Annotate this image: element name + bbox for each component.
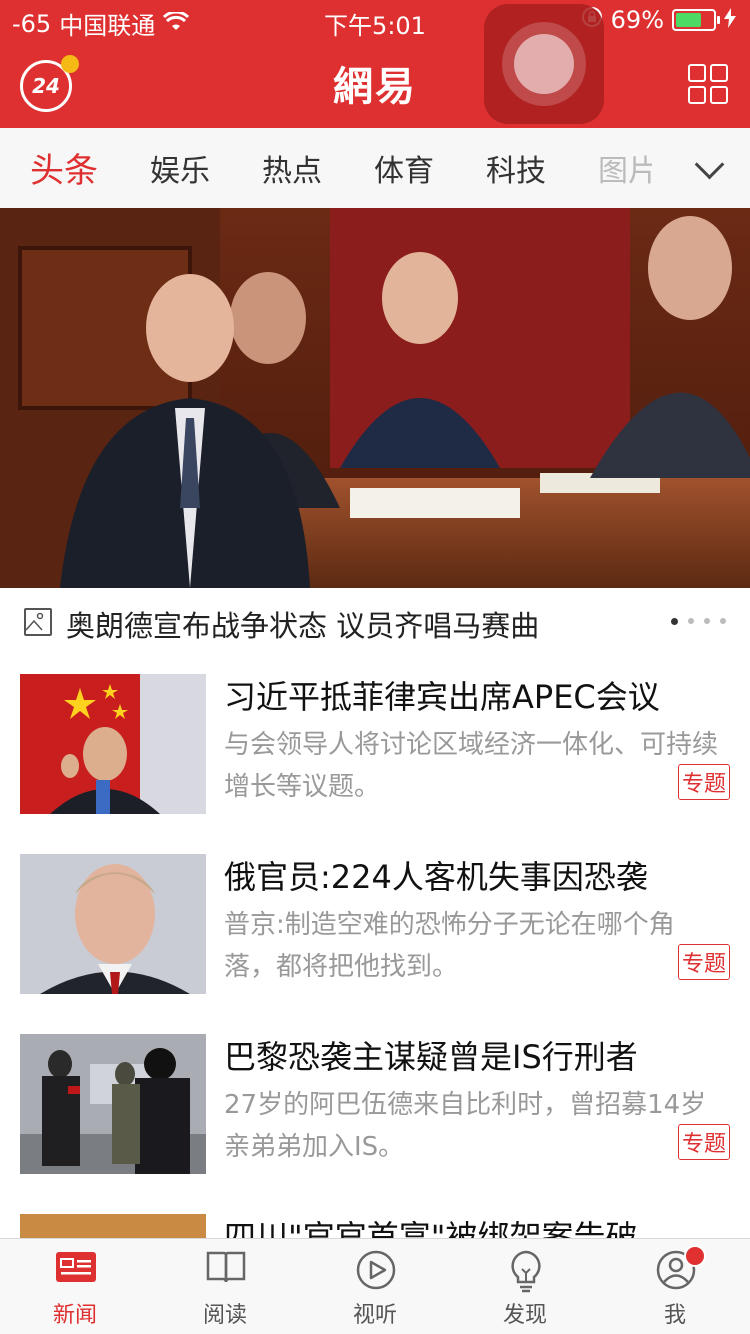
app-logo: 網易: [333, 63, 417, 110]
hero-caption: 奥朗德宣布战争状态 议员齐唱马赛曲: [66, 609, 540, 643]
news-summary: 普京:制造空难的恐怖分子无论在哪个角落，都将把他找到。: [224, 910, 675, 982]
topic-tag: 专题: [677, 764, 730, 800]
status-bar: -65 中国联通 下午5:01 69%: [0, 0, 750, 40]
carousel-dot: [688, 618, 694, 624]
news-title: 俄官员:224人客机失事因恐袭: [224, 858, 648, 896]
battery-icon: [672, 9, 720, 31]
bottom-tab-label: 发现: [502, 1303, 547, 1328]
news-item[interactable]: 俄官员:224人客机失事因恐袭 普京:制造空难的恐怖分子无论在哪个角落，都将把他…: [0, 834, 750, 1015]
tab-headlines[interactable]: 头条: [30, 143, 98, 192]
news-thumbnail: [20, 674, 206, 814]
news-summary: 与会领导人将讨论区域经济一体化、可持续增长等议题。: [224, 730, 719, 802]
bottom-tab-discover[interactable]: 发现: [450, 1239, 600, 1334]
news-item[interactable]: 巴黎恐袭主谋疑曾是IS行刑者 27岁的阿巴伍德来自比利时，曾招募14岁亲弟弟加入…: [0, 1014, 750, 1195]
notification-badge: [684, 1245, 706, 1267]
newspaper-icon: [56, 1252, 96, 1282]
hero-photo[interactable]: [0, 208, 750, 588]
bottom-tab-label: 我: [663, 1303, 686, 1328]
book-icon: [206, 1251, 246, 1283]
news-thumbnail: [20, 854, 206, 994]
carousel-indicator: [671, 618, 726, 625]
bottom-tab-label: 阅读: [202, 1303, 247, 1328]
bottom-tab-label: 新闻: [52, 1303, 97, 1328]
news-summary: 27岁的阿巴伍德来自比利时，曾招募14岁亲弟弟加入IS。: [224, 1090, 707, 1162]
carousel-dot: [720, 618, 726, 624]
bottom-tab-reading[interactable]: 阅读: [150, 1239, 300, 1334]
tab-tech[interactable]: 科技: [486, 146, 546, 190]
carousel-dot: [704, 618, 710, 624]
topic-tag: 专题: [677, 1124, 730, 1160]
grid-menu-icon[interactable]: [688, 64, 728, 104]
bottom-tab-video[interactable]: 视听: [300, 1239, 450, 1334]
news-thumbnail: [20, 1034, 206, 1174]
topic-tag: 专题: [677, 944, 730, 980]
channel-tabs: 头条 娱乐 热点 体育 科技 图片: [0, 128, 750, 209]
play-icon: [356, 1250, 396, 1290]
bottom-tab-me[interactable]: 我: [600, 1239, 750, 1334]
tab-sports[interactable]: 体育: [374, 146, 434, 190]
news-item[interactable]: 习近平抵菲律宾出席APEC会议 与会领导人将讨论区域经济一体化、可持续增长等议题…: [0, 654, 750, 835]
bottom-tab-bar: 新闻 阅读 视听 发现 我: [0, 1238, 750, 1334]
tab-hot[interactable]: 热点: [262, 146, 322, 190]
bottom-tab-label: 视听: [352, 1303, 397, 1328]
news-title: 习近平抵菲律宾出席APEC会议: [224, 678, 660, 716]
chevron-down-icon[interactable]: [694, 149, 725, 180]
news-title: 巴黎恐袭主谋疑曾是IS行刑者: [224, 1038, 638, 1076]
tab-pictures[interactable]: 图片: [598, 146, 652, 190]
lightbulb-icon: [511, 1250, 541, 1293]
assistive-touch-icon[interactable]: [484, 4, 604, 124]
hero-caption-bar[interactable]: 奥朗德宣布战争状态 议员齐唱马赛曲: [0, 588, 750, 654]
app-header: -65 中国联通 下午5:01 69% 24 網易: [0, 0, 750, 128]
battery-level: [676, 13, 701, 27]
bottom-tab-news[interactable]: 新闻: [0, 1239, 150, 1334]
battery-percent: 69%: [610, 6, 664, 34]
carousel-dot: [671, 618, 678, 625]
charging-icon: [724, 6, 736, 34]
photo-gallery-icon: [24, 608, 52, 636]
tab-entertainment[interactable]: 娱乐: [150, 146, 210, 190]
